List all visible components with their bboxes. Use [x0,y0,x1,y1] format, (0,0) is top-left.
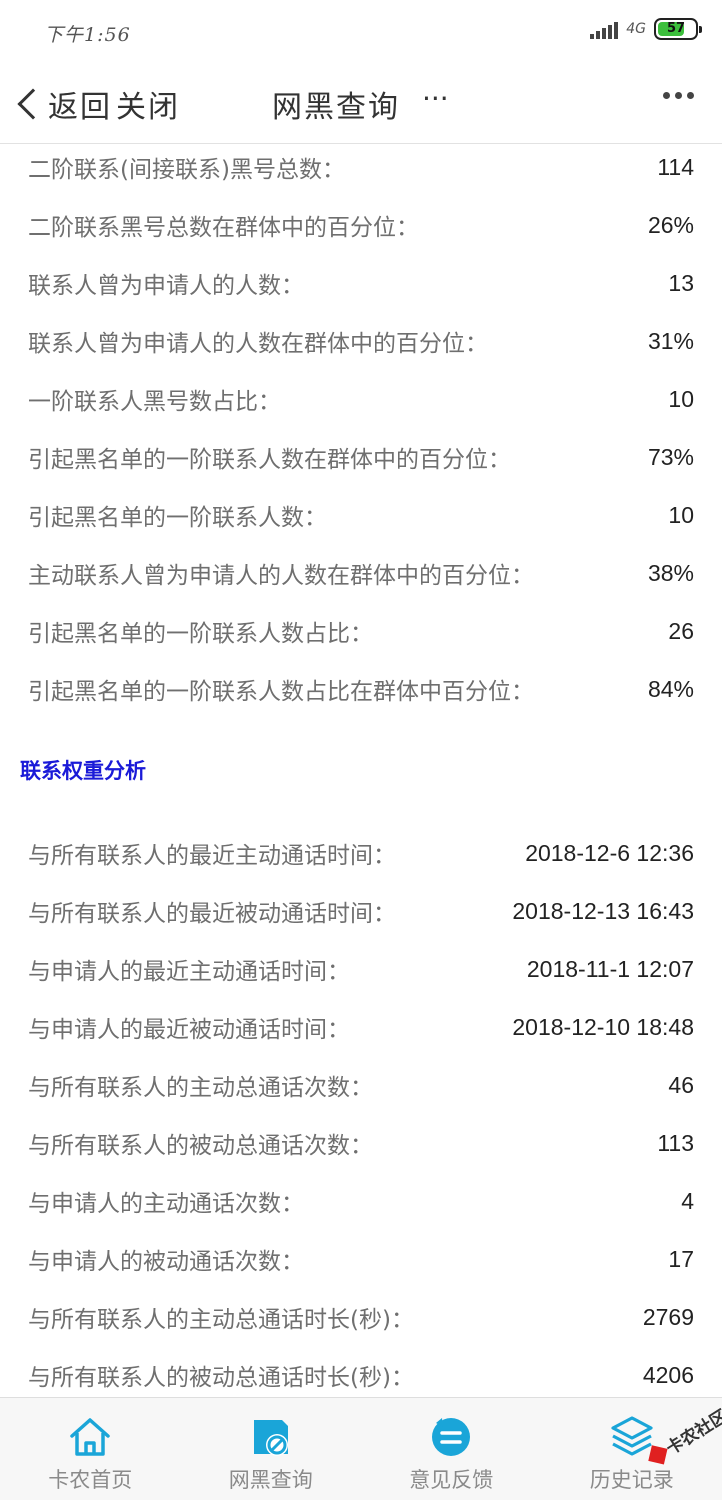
list-item: 二阶联系(间接联系)黑号总数： 114 [28,147,694,187]
tab-home-label: 卡农首页 [48,1468,133,1492]
back-button[interactable]: 返回 [14,82,112,126]
bottom-tab-bar: 卡农首页 网黑查询 意见反馈 历史记录 [0,1397,722,1500]
back-label: 返回 [48,90,112,125]
item-value: 26 [668,617,694,644]
item-value: 84% [647,675,694,702]
list-item: 引起黑名单的一阶联系人数在群体中的百分位： 73% [28,437,694,477]
item-value: 2018-12-6 12:36 [525,839,694,866]
list-item: 与所有联系人的最近主动通话时间： 2018-12-6 12:36 [28,833,694,873]
item-value: 38% [647,559,694,586]
item-label: 引起黑名单的一阶联系人数： [28,505,327,531]
item-label: 一阶联系人黑号数占比： [28,389,281,415]
item-value: 31% [647,327,694,354]
item-value: 2018-12-13 16:43 [512,897,694,924]
item-value: 10 [668,501,694,528]
tab-home[interactable]: 卡农首页 [0,1398,181,1500]
item-label: 与申请人的最近被动通话时间： [28,1017,350,1043]
list-item: 与申请人的最近被动通话时间： 2018-12-10 18:48 [28,1007,694,1047]
list-item: 与申请人的被动通话次数： 17 [28,1239,694,1279]
item-value: 13 [668,269,694,296]
list-item: 引起黑名单的一阶联系人数占比： 26 [28,611,694,651]
item-value: 26% [647,211,694,238]
content-area[interactable]: 二阶联系(间接联系)黑号总数： 114 二阶联系黑号总数在群体中的百分位： 26% 联系… [0,145,722,1397]
chevron-left-icon [17,88,49,120]
status-time: 下午1:56 [44,24,131,46]
signal-icon [590,19,619,39]
close-button[interactable]: 关闭 [116,82,180,126]
item-label: 与所有联系人的最近被动通话时间： [28,901,396,927]
list-item: 与所有联系人的被动总通话次数： 113 [28,1123,694,1163]
item-label: 联系人曾为申请人的人数在群体中的百分位： [28,331,488,357]
item-label: 与所有联系人的被动总通话次数： [28,1133,373,1159]
list-item: 联系人曾为申请人的人数在群体中的百分位： 31% [28,321,694,361]
item-label: 与申请人的主动通话次数： [28,1191,304,1217]
page-title-text: 网黑查询 [272,90,400,125]
status-bar: 下午1:56 4G 57 [0,0,722,66]
item-label: 与所有联系人的主动总通话时长(秒)： [28,1307,414,1333]
item-label: 二阶联系(间接联系)黑号总数： [28,157,345,183]
feedback-icon [432,1418,471,1456]
tab-blacklist-query[interactable]: 网黑查询 [181,1398,362,1500]
item-label: 与申请人的最近主动通话时间： [28,959,350,985]
item-value: 114 [657,153,694,180]
home-icon [70,1418,110,1456]
item-value: 2018-11-1 12:07 [526,955,694,982]
tab-feedback-label: 意见反馈 [409,1468,494,1492]
watermark-icon [648,1444,668,1465]
item-label: 引起黑名单的一阶联系人数在群体中的百分位： [28,447,511,473]
battery-icon: 57 [654,18,702,40]
network-type: 4G [626,21,646,37]
blacklist-query-icon [253,1420,288,1456]
more-options-icon[interactable] [663,92,694,99]
nav-bar: 返回 关闭 网黑查询 ··· [0,66,722,144]
item-label: 与申请人的被动通话次数： [28,1249,304,1275]
item-value: 46 [668,1071,694,1098]
list-item: 引起黑名单的一阶联系人数： 10 [28,495,694,535]
list-item: 与所有联系人的主动总通话次数： 46 [28,1065,694,1105]
list-item: 与申请人的主动通话次数： 4 [28,1181,694,1221]
item-label: 与所有联系人的被动总通话时长(秒)： [28,1365,414,1391]
item-value: 2018-12-10 18:48 [512,1013,694,1040]
list-item: 与所有联系人的主动总通话时长(秒)： 2769 [28,1297,694,1337]
item-label: 主动联系人曾为申请人的人数在群体中的百分位： [28,563,534,589]
tab-history-label: 历史记录 [589,1468,674,1492]
section-title: 联系权重分析 [20,759,146,783]
item-label: 引起黑名单的一阶联系人数占比在群体中百分位： [28,679,534,705]
item-value: 17 [668,1245,694,1272]
item-value: 4 [681,1187,694,1214]
battery-level: 57 [666,21,686,36]
list-item: 联系人曾为申请人的人数： 13 [28,263,694,303]
tab-blacklist-query-label: 网黑查询 [228,1468,313,1492]
item-value: 113 [657,1129,694,1156]
list-item: 一阶联系人黑号数占比： 10 [28,379,694,419]
item-value: 10 [668,385,694,412]
page-title: 网黑查询 [272,82,400,126]
close-label: 关闭 [116,90,180,125]
title-ellipsis: ··· [422,82,449,115]
item-label: 二阶联系黑号总数在群体中的百分位： [28,215,419,241]
list-item: 与申请人的最近主动通话时间： 2018-11-1 12:07 [28,949,694,989]
list-item: 二阶联系黑号总数在群体中的百分位： 26% [28,205,694,245]
tab-feedback[interactable]: 意见反馈 [361,1398,542,1500]
list-item: 与所有联系人的最近被动通话时间： 2018-12-13 16:43 [28,891,694,931]
item-label: 联系人曾为申请人的人数： [28,273,304,299]
list-item: 主动联系人曾为申请人的人数在群体中的百分位： 38% [28,553,694,593]
tab-history[interactable]: 历史记录 [542,1398,722,1500]
list-item: 与所有联系人的被动总通话时长(秒)： 4206 [28,1355,694,1395]
list-item: 引起黑名单的一阶联系人数占比在群体中百分位： 84% [28,669,694,709]
item-value: 2769 [642,1303,694,1330]
item-label: 引起黑名单的一阶联系人数占比： [28,621,373,647]
item-label: 与所有联系人的主动总通话次数： [28,1075,373,1101]
item-value: 4206 [642,1361,694,1388]
item-value: 73% [647,443,694,470]
item-label: 与所有联系人的最近主动通话时间： [28,843,396,869]
status-icons: 4G 57 [590,18,702,40]
